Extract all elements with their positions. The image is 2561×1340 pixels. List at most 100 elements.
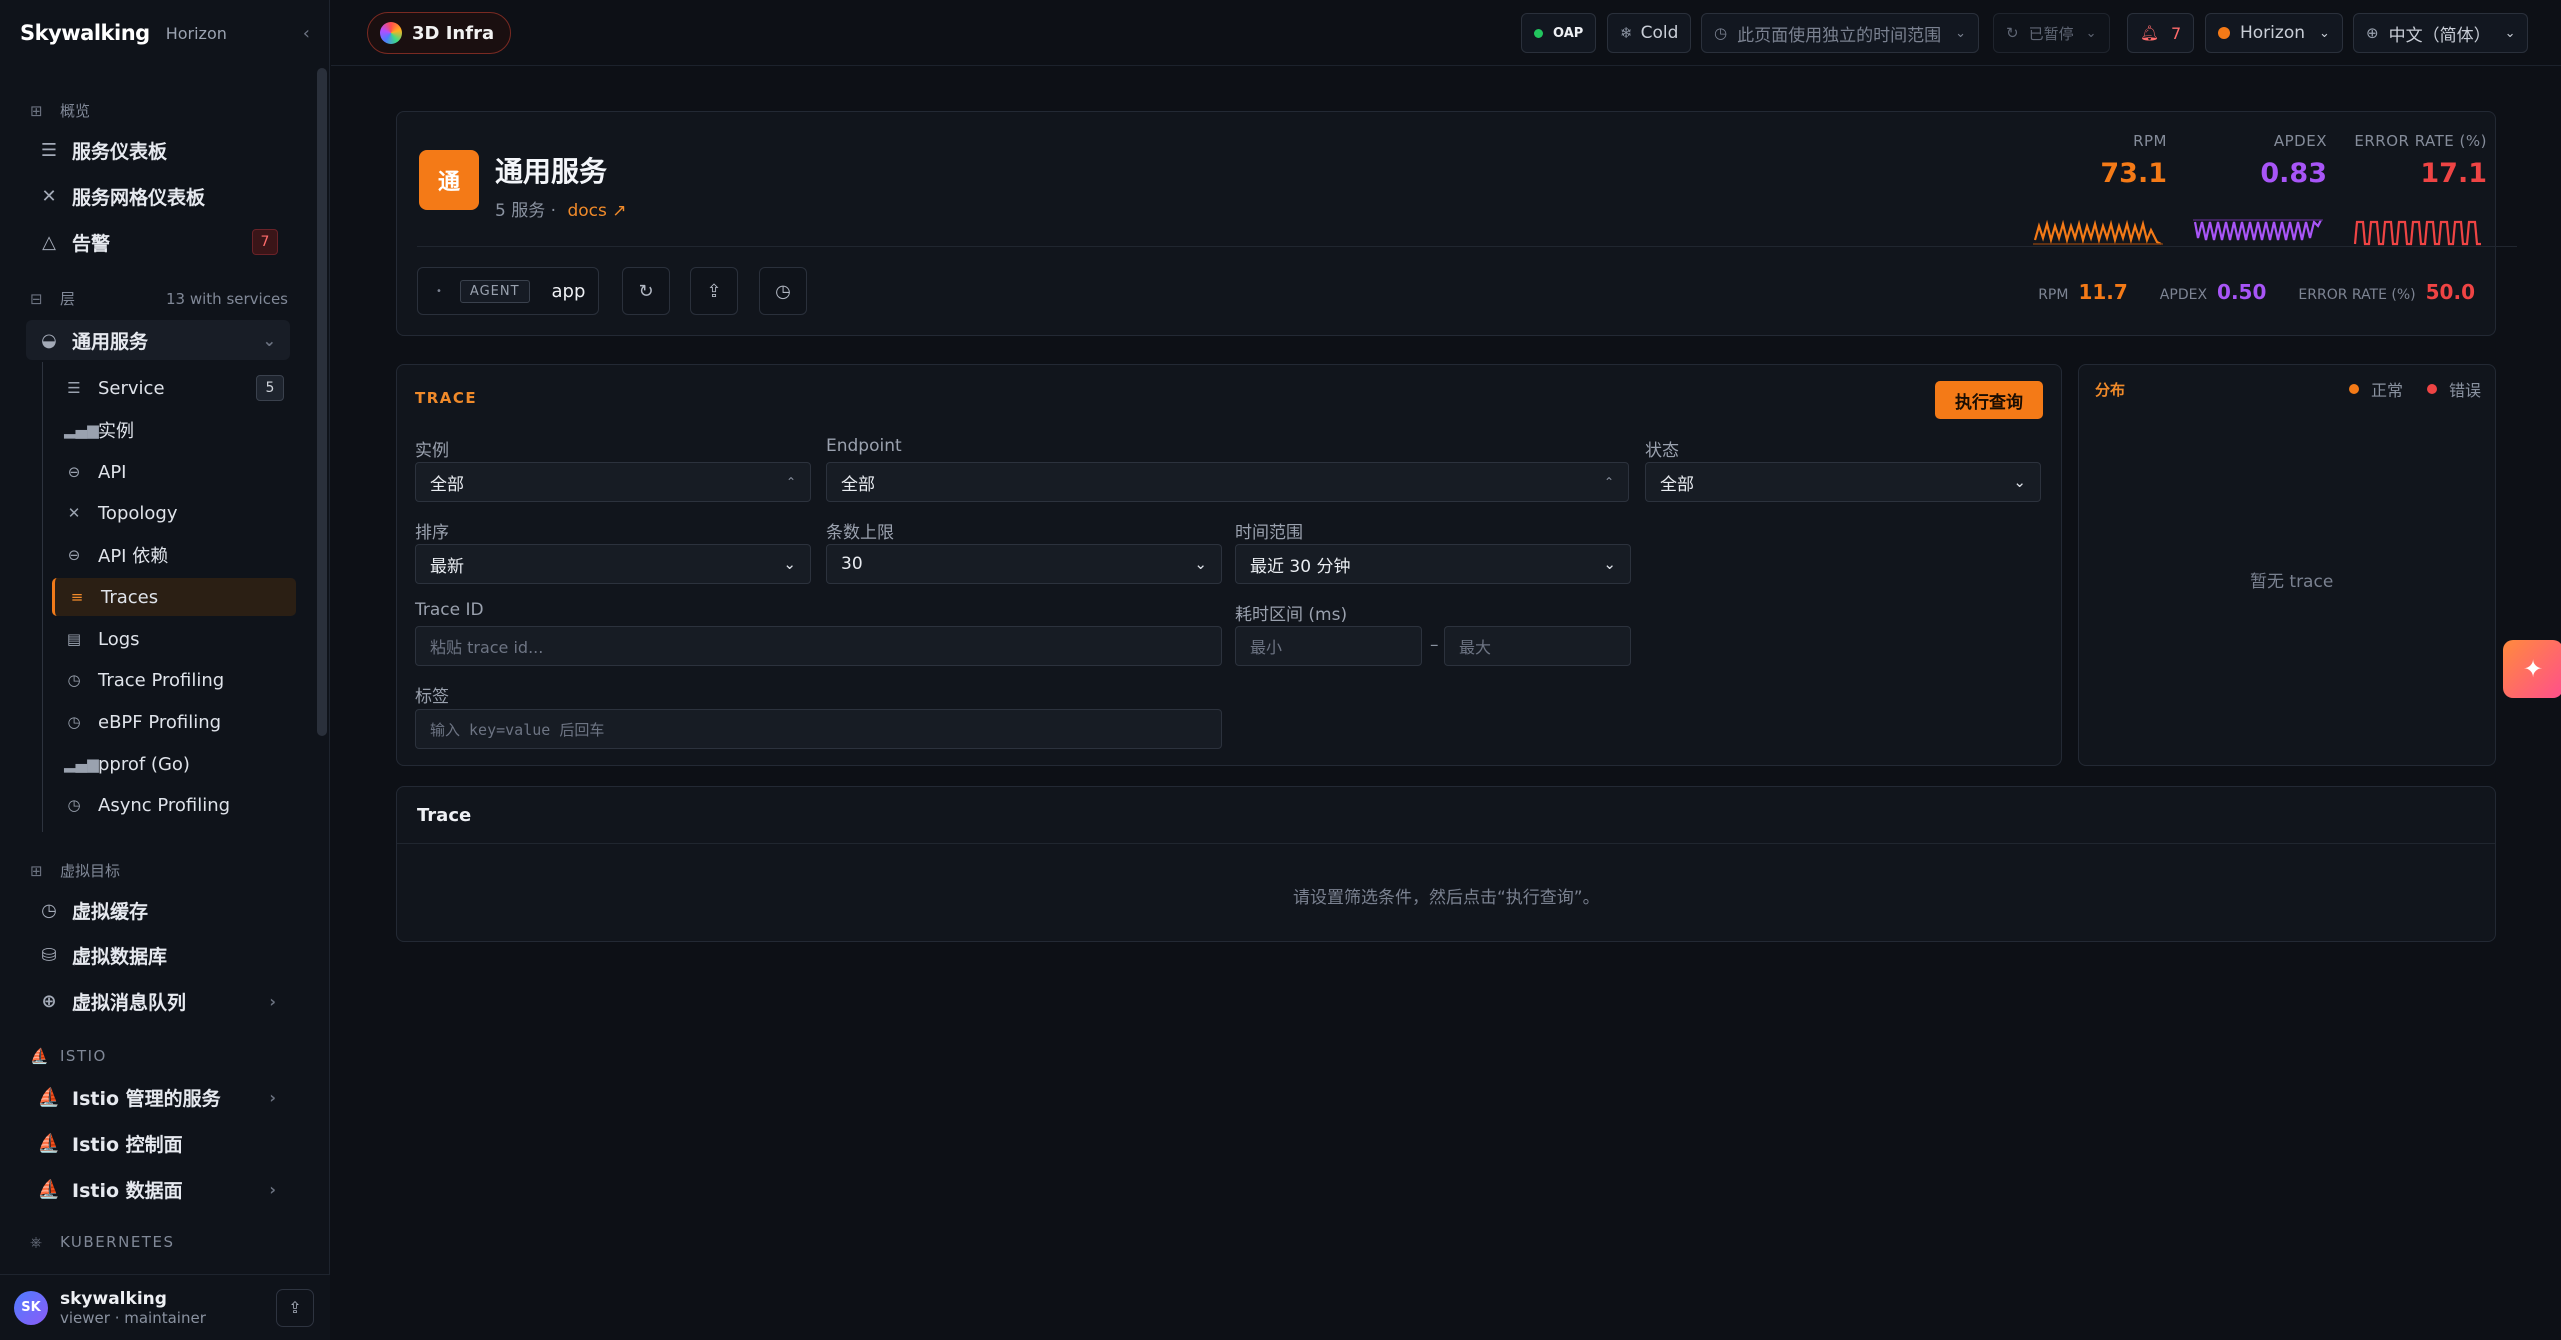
nav-alarms[interactable]: △ 告警 7: [26, 222, 290, 262]
traceid-label: Trace ID: [415, 600, 484, 620]
oap-status[interactable]: OAP: [1521, 13, 1597, 53]
tags-input[interactable]: 输入 key=value 后回车: [415, 709, 1222, 749]
collapse-sidebar-icon[interactable]: ‹: [303, 23, 310, 44]
traceid-placeholder: 粘贴 trace id...: [430, 638, 544, 657]
metric-label: ERROR RATE (%): [2354, 132, 2487, 150]
sub-item-trace-profiling[interactable]: ◷ Trace Profiling: [52, 661, 296, 699]
metric-error-rate: ERROR RATE (%) 17.1: [2347, 132, 2487, 246]
section-layer-label: 层: [60, 290, 76, 308]
nav-istio-control-plane[interactable]: ⛵ Istio 控制面: [26, 1123, 290, 1163]
endpoint-value: 全部: [841, 474, 875, 495]
sub-item-pprof[interactable]: ▂▄▆ pprof (Go): [52, 745, 296, 783]
sub-item-api-dependency[interactable]: ⊖ API 依赖: [52, 536, 296, 574]
instance-select[interactable]: 全部 ⌃: [415, 462, 811, 502]
tags-label: 标签: [415, 687, 449, 707]
user-bar: SK skywalking viewer · maintainer ⇪: [0, 1274, 330, 1340]
nav-virtual-cache[interactable]: ◷ 虚拟缓存: [26, 890, 290, 930]
paused-label: 已暂停: [2028, 24, 2074, 43]
sub-item-label: Traces: [101, 586, 159, 608]
sub-item-ebpf-profiling[interactable]: ◷ eBPF Profiling: [52, 703, 296, 741]
metric-rpm: RPM 73.1: [2027, 132, 2167, 245]
sub-item-traces[interactable]: ≡ Traces: [52, 578, 296, 616]
oap-label: OAP: [1553, 25, 1584, 41]
status-select[interactable]: 全部 ⌄: [1645, 462, 2041, 502]
range-select[interactable]: 最近 30 分钟 ⌄: [1235, 544, 1631, 584]
apdex-sparkline: [2193, 219, 2323, 241]
stack-icon: [380, 22, 402, 44]
nav-virtual-database[interactable]: ⛁ 虚拟数据库: [26, 935, 290, 975]
refresh-paused[interactable]: ↻ 已暂停 ⌄: [1993, 13, 2110, 53]
sidebar-scrollbar[interactable]: [317, 68, 327, 736]
trace-results-card: Trace 请设置筛选条件，然后点击“执行查询”。: [396, 786, 2496, 942]
language-select[interactable]: ⊕ 中文（简体） ⌄: [2353, 13, 2529, 53]
legend-normal-dot-icon: [2348, 384, 2359, 394]
sub-item-async-profiling[interactable]: ◷ Async Profiling: [52, 786, 296, 824]
duration-max-input[interactable]: 最大: [1444, 626, 1631, 666]
traceid-input[interactable]: 粘贴 trace id...: [415, 626, 1222, 666]
theme-select[interactable]: Horizon ⌄: [2205, 13, 2343, 53]
clock-icon: ◷: [41, 899, 57, 921]
language-label: 中文（简体）: [2388, 25, 2491, 46]
infra-chip[interactable]: 3D Infra: [367, 12, 512, 54]
duration-min-input[interactable]: 最小: [1235, 626, 1422, 666]
sub-item-label: eBPF Profiling: [98, 711, 222, 733]
clock-icon: ◷: [1714, 24, 1728, 42]
alerts-count: 7: [2171, 23, 2182, 43]
mini-label: ERROR RATE (%): [2298, 287, 2416, 303]
chevron-right-icon: ›: [269, 1179, 276, 1199]
nav-label: Istio 数据面: [72, 1179, 183, 1202]
legend-error-label: 错误: [2448, 381, 2481, 400]
time-range-select[interactable]: ◷ 此页面使用独立的时间范围 ⌄: [1701, 13, 1979, 53]
section-kubernetes-label: KUBERNETES: [60, 1233, 175, 1251]
share-button[interactable]: ⇪: [690, 267, 738, 315]
sort-select[interactable]: 最新 ⌄: [415, 544, 811, 584]
run-query-button[interactable]: 执行查询: [1935, 381, 2043, 419]
api-icon: ⊖: [67, 546, 81, 564]
nav-general-service[interactable]: ◒ 通用服务 ⌄: [26, 320, 290, 360]
duration-label: 耗时区间 (ms): [1235, 605, 1348, 625]
section-virtual: ⊞ 虚拟目标: [30, 860, 288, 881]
sub-item-service[interactable]: ☰ Service 5: [52, 369, 296, 407]
bowl-icon: ◒: [41, 329, 57, 351]
alerts-button[interactable]: 🔔︎ 7: [2127, 13, 2195, 53]
sub-item-api[interactable]: ⊖ API: [52, 453, 296, 491]
sub-item-logs[interactable]: ▤ Logs: [52, 620, 296, 658]
brand: Skywalking Horizon ‹: [20, 18, 310, 48]
mini-stats: RPM 11.7 APDEX 0.50 ERROR RATE (%) 50.0: [2038, 280, 2475, 304]
agent-selector[interactable]: • AGENT app: [417, 267, 599, 315]
limit-select[interactable]: 30 ⌄: [826, 544, 1222, 584]
metric-value: 73.1: [2100, 158, 2167, 189]
brand-logo[interactable]: Skywalking: [20, 21, 150, 45]
clock-icon: ◷: [775, 280, 791, 302]
sub-item-label: Service: [98, 377, 165, 399]
sub-item-label: Async Profiling: [98, 794, 231, 816]
mini-error-rate-value: 50.0: [2425, 280, 2475, 304]
time-range-label: 此页面使用独立的时间范围: [1737, 25, 1942, 46]
nav-service-dashboard[interactable]: ☰ 服务仪表板: [26, 130, 290, 170]
nav-label: Istio 控制面: [72, 1133, 183, 1156]
ai-assistant-button[interactable]: ✦: [2503, 640, 2561, 698]
user-name: skywalking: [60, 1288, 167, 1309]
nav-virtual-mq[interactable]: ⊕ 虚拟消息队列 ›: [26, 981, 290, 1021]
docs-link[interactable]: docs ↗: [567, 201, 626, 221]
service-header-card: 通 通用服务 5 服务 · docs ↗ RPM 73.1 APDEX 0.83…: [396, 111, 2517, 336]
sub-item-topology[interactable]: ✕ Topology: [52, 494, 296, 532]
cold-toggle[interactable]: ❄ Cold: [1607, 13, 1692, 53]
section-overview: ⊞ 概览: [30, 100, 288, 121]
mini-rpm-value: 11.7: [2078, 280, 2128, 304]
nav-mesh-dashboard[interactable]: ✕ 服务网格仪表板: [26, 176, 290, 216]
theme-label: Horizon: [2240, 23, 2305, 43]
nav-istio-services[interactable]: ⛵ Istio 管理的服务 ›: [26, 1077, 290, 1117]
logout-button[interactable]: ⇪: [276, 1288, 314, 1327]
section-virtual-label: 虚拟目标: [60, 862, 121, 880]
nav-label: 虚拟消息队列: [72, 991, 187, 1014]
refresh-button[interactable]: ↻: [622, 267, 670, 315]
sub-item-instance[interactable]: ▂▄▆ 实例: [52, 411, 296, 449]
avatar[interactable]: SK: [14, 1290, 48, 1325]
chevron-right-icon: ›: [269, 1087, 276, 1107]
endpoint-select[interactable]: 全部 ⌃: [826, 462, 1629, 502]
chevron-right-icon: ›: [269, 991, 276, 1011]
nav-istio-data-plane[interactable]: ⛵ Istio 数据面 ›: [26, 1169, 290, 1209]
history-button[interactable]: ◷: [759, 267, 807, 315]
mini-apdex-value: 0.50: [2217, 280, 2267, 304]
